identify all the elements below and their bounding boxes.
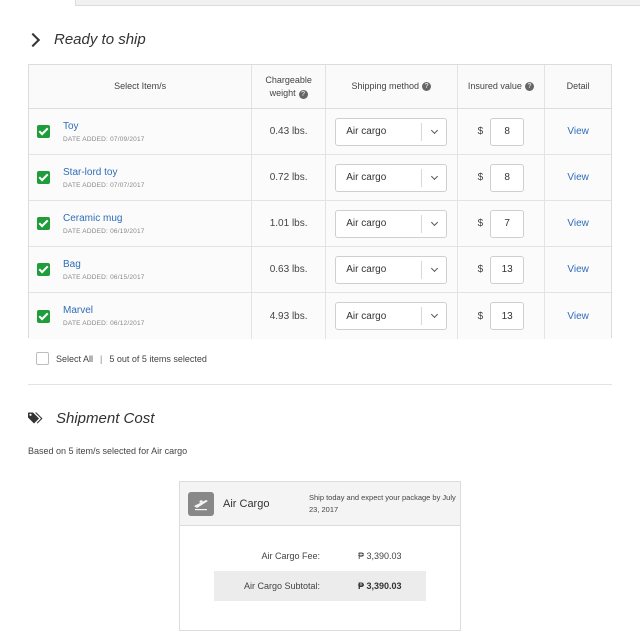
shipping-method-value: Air cargo xyxy=(346,126,387,137)
select-all-checkbox[interactable] xyxy=(36,352,49,365)
card-header: Air Cargo Ship today and expect your pac… xyxy=(180,482,460,526)
chevron-down-icon xyxy=(422,172,446,180)
shipping-method-select[interactable]: Air cargo xyxy=(335,117,448,146)
item-date: DATE ADDED: 07/07/2017 xyxy=(63,181,145,189)
item-checkbox[interactable] xyxy=(37,125,50,138)
header-insured-label: Insured value xyxy=(467,81,522,91)
shipping-method-select[interactable]: Air cargo xyxy=(335,255,448,284)
item-name-link[interactable]: Toy xyxy=(63,121,145,132)
shipment-cost-header: Shipment Cost xyxy=(28,410,154,427)
view-detail-link[interactable]: View xyxy=(567,218,589,229)
item-weight: 0.43 lbs. xyxy=(269,126,308,137)
table-row: Marvel DATE ADDED: 06/12/2017 4.93 lbs. … xyxy=(29,293,611,339)
item-weight: 1.01 lbs. xyxy=(269,218,308,229)
item-name-link[interactable]: Marvel xyxy=(63,305,145,316)
select-all-bar: Select All | 5 out of 5 items selected xyxy=(36,352,207,365)
currency-symbol: $ xyxy=(477,218,484,229)
item-weight: 4.93 lbs. xyxy=(269,310,308,322)
insured-value-input[interactable]: 7 xyxy=(490,209,525,238)
tab-strip xyxy=(76,0,640,6)
separator: | xyxy=(100,353,103,364)
ready-to-ship-header[interactable]: Ready to ship xyxy=(25,31,146,48)
fee-row: Air Cargo Fee: ₱ 3,390.03 xyxy=(214,541,426,571)
select-all-label[interactable]: Select All xyxy=(56,354,93,364)
item-date: DATE ADDED: 06/19/2017 xyxy=(63,227,145,235)
ready-to-ship-title: Ready to ship xyxy=(54,31,146,48)
view-detail-link[interactable]: View xyxy=(567,311,589,322)
airplane-icon xyxy=(188,491,214,516)
chevron-down-icon xyxy=(422,264,446,272)
currency-symbol: $ xyxy=(477,264,484,275)
header-insured: Insured value? xyxy=(458,65,546,108)
view-detail-link[interactable]: View xyxy=(567,264,589,275)
currency-symbol: $ xyxy=(477,172,484,183)
tab-active[interactable] xyxy=(0,0,76,6)
item-checkbox[interactable] xyxy=(37,217,50,230)
currency-symbol: $ xyxy=(477,310,484,322)
question-circle-icon[interactable]: ? xyxy=(298,89,308,99)
header-detail: Detail xyxy=(566,81,590,91)
fee-label: Air Cargo Fee: xyxy=(261,551,320,561)
item-weight: 0.72 lbs. xyxy=(269,172,308,183)
header-weight: Chargeable weight? xyxy=(252,65,326,108)
header-method: Shipping method? xyxy=(326,65,458,108)
subtotal-row: Air Cargo Subtotal: ₱ 3,390.03 xyxy=(214,571,426,601)
item-checkbox[interactable] xyxy=(37,309,50,323)
item-name-link[interactable]: Bag xyxy=(63,259,145,270)
shipping-method-value: Air cargo xyxy=(346,218,387,229)
shipping-method-select[interactable]: Air cargo xyxy=(335,209,448,238)
delivery-note: Ship today and expect your package by Ju… xyxy=(309,492,456,514)
item-name-link[interactable]: Ceramic mug xyxy=(63,213,145,224)
question-circle-icon[interactable]: ? xyxy=(524,82,534,91)
table-row: Star-lord toy DATE ADDED: 07/07/2017 0.7… xyxy=(29,155,611,201)
item-date: DATE ADDED: 06/15/2017 xyxy=(63,273,145,281)
section-divider xyxy=(28,384,612,385)
question-circle-icon[interactable]: ? xyxy=(422,82,432,91)
insured-value-input[interactable]: 8 xyxy=(490,163,525,192)
card-title: Air Cargo xyxy=(223,497,270,510)
header-weight-line2: weight xyxy=(269,87,296,98)
item-date: DATE ADDED: 07/09/2017 xyxy=(63,135,145,143)
chevron-down-icon xyxy=(422,126,446,134)
shipping-method-value: Air cargo xyxy=(346,310,387,322)
chevron-down-icon xyxy=(422,218,446,226)
subtotal-label: Air Cargo Subtotal: xyxy=(243,581,320,591)
item-name-link[interactable]: Star-lord toy xyxy=(63,167,145,178)
table-header: Select Item/s Chargeable weight? Shippin… xyxy=(29,65,611,109)
items-table: Select Item/s Chargeable weight? Shippin… xyxy=(28,64,612,339)
insured-value-input[interactable]: 13 xyxy=(490,302,525,330)
tags-icon xyxy=(28,412,43,424)
table-row: Toy DATE ADDED: 07/09/2017 0.43 lbs. Air… xyxy=(29,109,611,155)
currency-symbol: $ xyxy=(477,126,484,137)
header-weight-line1: Chargeable xyxy=(265,74,312,85)
insured-value-input[interactable]: 13 xyxy=(490,255,525,284)
view-detail-link[interactable]: View xyxy=(567,172,589,183)
item-date: DATE ADDED: 06/12/2017 xyxy=(63,320,145,327)
insured-value-input[interactable]: 8 xyxy=(490,117,525,146)
based-on-text: Based on 5 item/s selected for Air cargo xyxy=(28,446,188,456)
header-items: Select Item/s xyxy=(29,65,253,108)
fee-value: ₱ 3,390.03 xyxy=(358,551,402,561)
shipping-method-value: Air cargo xyxy=(346,172,387,183)
shipping-method-select[interactable]: Air cargo xyxy=(335,163,448,192)
shipment-cost-title: Shipment Cost xyxy=(56,410,155,427)
view-detail-link[interactable]: View xyxy=(567,126,589,137)
item-checkbox[interactable] xyxy=(37,171,50,184)
selected-count: 5 out of 5 items selected xyxy=(109,353,207,364)
chevron-right-icon xyxy=(25,32,41,47)
table-row: Ceramic mug DATE ADDED: 06/19/2017 1.01 … xyxy=(29,201,611,247)
subtotal-value: ₱ 3,390.03 xyxy=(358,581,402,591)
shipping-method-value: Air cargo xyxy=(346,264,387,275)
item-checkbox[interactable] xyxy=(37,263,50,276)
shipping-method-select[interactable]: Air cargo xyxy=(335,302,448,330)
item-weight: 0.63 lbs. xyxy=(269,264,308,275)
header-method-label: Shipping method xyxy=(351,81,420,91)
table-row: Bag DATE ADDED: 06/15/2017 0.63 lbs. Air… xyxy=(29,247,611,293)
chevron-down-icon xyxy=(422,310,446,319)
air-cargo-card: Air Cargo Ship today and expect your pac… xyxy=(179,481,461,631)
